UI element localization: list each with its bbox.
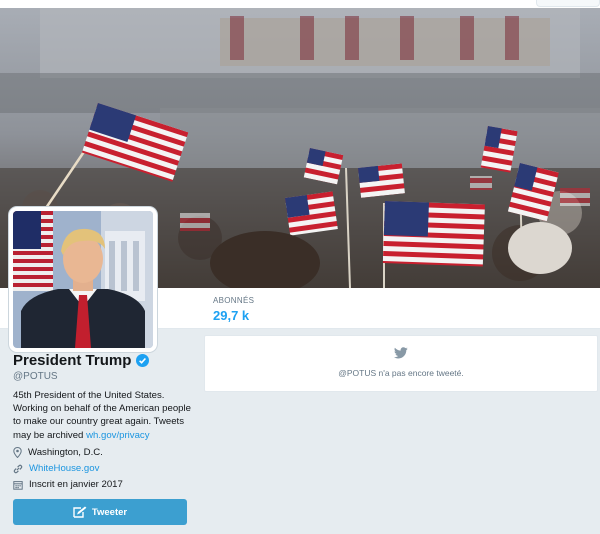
link-icon bbox=[13, 464, 23, 473]
twitter-bird-icon bbox=[394, 347, 408, 359]
tweet-button-label: Tweeter bbox=[91, 506, 128, 518]
website-link[interactable]: WhiteHouse.gov bbox=[29, 463, 99, 474]
location-pin-icon bbox=[13, 447, 22, 458]
profile-name-row: President Trump bbox=[13, 352, 150, 369]
profile-location: Washington, D.C. bbox=[13, 447, 103, 458]
empty-timeline-message: @POTUS n'a pas encore tweeté. bbox=[338, 368, 464, 378]
profile-bio: 45th President of the United States. Wor… bbox=[13, 389, 193, 442]
profile-website: WhiteHouse.gov bbox=[13, 463, 99, 474]
followers-stat[interactable]: ABONNÉS 29,7 k bbox=[213, 296, 254, 323]
followers-label: ABONNÉS bbox=[213, 296, 255, 305]
bio-privacy-link[interactable]: wh.gov/privacy bbox=[86, 430, 149, 441]
top-strip bbox=[0, 0, 600, 8]
profile-joined: Inscrit en janvier 2017 bbox=[13, 479, 123, 490]
compose-tweet-icon bbox=[73, 506, 87, 518]
calendar-icon bbox=[13, 480, 23, 490]
followers-count: 29,7 k bbox=[213, 308, 250, 323]
timeline-empty-state: @POTUS n'a pas encore tweeté. bbox=[204, 335, 598, 392]
verified-badge-icon bbox=[136, 354, 150, 367]
location-text: Washington, D.C. bbox=[28, 447, 103, 458]
avatar-image bbox=[13, 211, 153, 348]
tweet-to-button[interactable]: Tweeter bbox=[13, 499, 187, 525]
profile-name[interactable]: President Trump bbox=[13, 352, 131, 369]
joined-text: Inscrit en janvier 2017 bbox=[29, 479, 123, 490]
top-tab bbox=[536, 0, 600, 7]
profile-handle[interactable]: @POTUS bbox=[13, 371, 58, 382]
profile-avatar[interactable] bbox=[9, 207, 157, 352]
